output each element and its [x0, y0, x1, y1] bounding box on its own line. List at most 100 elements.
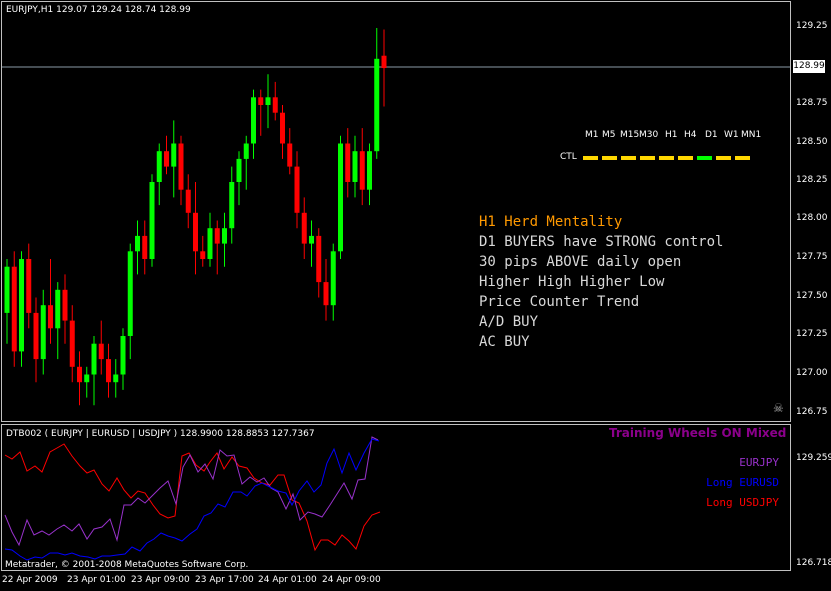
- candle: [222, 212, 227, 267]
- ctl-bar: [659, 156, 674, 160]
- candle: [345, 128, 351, 198]
- ctl-bar: [583, 156, 598, 160]
- candle: [33, 297, 39, 383]
- candle: [367, 143, 372, 206]
- info-line: 30 pips ABOVE daily open: [479, 254, 682, 270]
- price-scale-label: 128.50: [796, 137, 828, 147]
- indicator-info: DTB002 ( EURJPY | EURUSD | USDJPY ) 128.…: [6, 429, 315, 439]
- ctl-label: CTL: [560, 152, 577, 162]
- price-scale-label: 128.25: [796, 175, 828, 185]
- candle: [374, 28, 380, 159]
- time-axis-label: 22 Apr 2009: [2, 575, 58, 585]
- series-label: Long EURUSD: [706, 476, 779, 489]
- candle: [200, 235, 206, 267]
- candle: [40, 289, 46, 375]
- candle: [229, 166, 235, 244]
- candle: [359, 128, 365, 206]
- indicator-canvas: [4, 436, 381, 561]
- indicator-scale-top: 129.2599: [796, 453, 831, 463]
- candle: [120, 328, 126, 390]
- copyright: Metatrader, © 2001-2008 MetaQuotes Softw…: [5, 560, 249, 570]
- ctl-bar: [621, 156, 636, 160]
- candle: [178, 135, 184, 206]
- candle: [156, 143, 162, 206]
- candle: [338, 135, 343, 259]
- timeframe-label: W1: [724, 130, 739, 140]
- candle: [98, 320, 104, 375]
- price-scale-label: 126.75: [796, 407, 828, 417]
- series-label: Long USDJPY: [706, 496, 779, 509]
- candle: [11, 251, 17, 367]
- time-axis-label: 24 Apr 09:00: [322, 575, 381, 585]
- candle: [84, 366, 90, 398]
- candle: [149, 174, 155, 267]
- time-axis-label: 23 Apr 09:00: [131, 575, 190, 585]
- eurjpy-line: [4, 436, 379, 547]
- candle: [62, 274, 68, 344]
- candle: [19, 251, 24, 367]
- price-scale-label: 128.75: [796, 98, 828, 108]
- candle: [294, 151, 300, 229]
- candle: [381, 29, 387, 107]
- timeframe-label: D1: [705, 130, 718, 140]
- candle: [77, 351, 82, 406]
- time-axis-label: 24 Apr 01:00: [258, 575, 317, 585]
- indicator-pane[interactable]: [1, 424, 791, 571]
- ctl-bar: [678, 156, 693, 160]
- price-scale-label: 127.50: [796, 291, 828, 301]
- candle: [287, 128, 293, 175]
- candle: [91, 336, 97, 406]
- ctl-bar: [640, 156, 655, 160]
- candle: [135, 220, 140, 275]
- timeframe-label: MN1: [741, 130, 762, 140]
- candle: [127, 243, 133, 360]
- candle: [323, 259, 329, 321]
- indicator-scale-bottom: 126.7181: [796, 558, 831, 568]
- price-scale-label: 127.00: [796, 368, 828, 378]
- time-axis-label: 23 Apr 01:00: [67, 575, 126, 585]
- ctl-bar: [697, 156, 712, 160]
- timeframe-label: M15: [620, 130, 640, 140]
- series-label: EURJPY: [739, 456, 779, 469]
- candle: [236, 151, 242, 206]
- candle: [4, 259, 10, 344]
- info-title: H1 Herd Mentality: [479, 214, 623, 230]
- info-line: Higher High Higher Low: [479, 274, 665, 290]
- candle: [171, 120, 177, 198]
- candle: [193, 182, 198, 275]
- price-scale-label: 127.75: [796, 252, 828, 262]
- candle: [352, 135, 358, 198]
- candle: [164, 135, 169, 175]
- candle: [309, 220, 314, 267]
- ctl-bar: [716, 156, 731, 160]
- skull-icon: ☠: [773, 401, 784, 415]
- candle: [265, 74, 271, 129]
- price-scale-label: 129.25: [796, 21, 828, 31]
- candle: [69, 305, 75, 383]
- candle: [272, 81, 278, 121]
- price-chart-pane[interactable]: [1, 1, 791, 422]
- candle: [243, 135, 249, 190]
- current-price-tag: 128.99: [793, 60, 825, 73]
- candle: [48, 259, 53, 344]
- timeframe-label: M5: [602, 130, 616, 140]
- candle: [26, 243, 32, 329]
- info-line: A/D BUY: [479, 314, 539, 330]
- candle: [55, 282, 61, 360]
- timeframe-label: M1: [585, 130, 599, 140]
- candle: [142, 220, 148, 275]
- info-line: D1 BUYERS have STRONG control: [479, 234, 724, 250]
- timeframe-label: H4: [684, 130, 697, 140]
- candle: [185, 174, 191, 229]
- time-axis-label: 23 Apr 17:00: [195, 575, 254, 585]
- symbol-info: EURJPY,H1 129.07 129.24 128.74 128.99: [6, 5, 191, 15]
- timeframe-label: H1: [665, 130, 678, 140]
- price-chart-canvas: [2, 28, 790, 406]
- price-scale-label: 127.25: [796, 329, 828, 339]
- candle: [301, 197, 307, 259]
- candle: [258, 89, 264, 136]
- candle: [280, 105, 285, 159]
- mode-label: Training Wheels ON Mixed: [609, 426, 787, 440]
- candle: [106, 343, 111, 398]
- info-line: Price Counter Trend: [479, 294, 640, 310]
